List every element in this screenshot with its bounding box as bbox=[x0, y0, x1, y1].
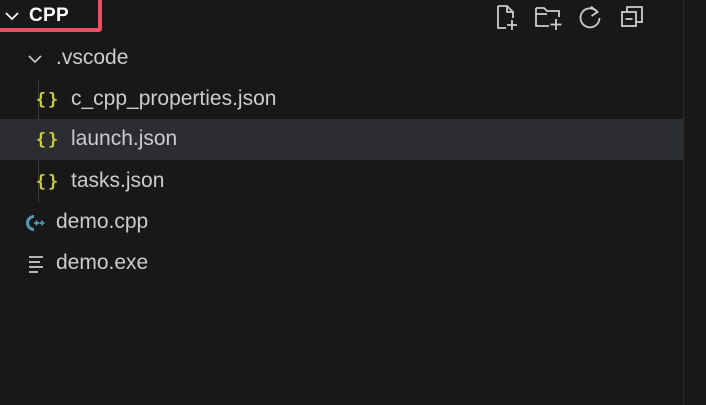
new-folder-icon[interactable] bbox=[532, 2, 563, 32]
tree-folder-vscode[interactable]: .vscode bbox=[0, 38, 683, 79]
tree-item-label: c_cpp_properties.json bbox=[71, 87, 277, 110]
tree-item-label: .vscode bbox=[56, 46, 129, 69]
json-file-icon: {} bbox=[35, 130, 61, 150]
tree-file-demo-exe[interactable]: demo.exe bbox=[0, 243, 683, 284]
tree-item-label: tasks.json bbox=[71, 169, 165, 192]
new-file-icon[interactable] bbox=[490, 2, 521, 32]
tree-file-launch[interactable]: {} launch.json bbox=[0, 119, 683, 160]
explorer-section-header[interactable]: CPP bbox=[0, 0, 683, 38]
tree-item-label: launch.json bbox=[71, 127, 178, 150]
tree-item-label: demo.exe bbox=[56, 251, 149, 274]
json-file-icon: {} bbox=[35, 172, 61, 192]
binary-file-icon bbox=[24, 253, 48, 275]
tree-file-demo-cpp[interactable]: demo.cpp bbox=[0, 202, 683, 243]
chevron-down-icon bbox=[23, 48, 47, 70]
tree-file-tasks[interactable]: {} tasks.json bbox=[0, 161, 683, 202]
tree-file-c-cpp-properties[interactable]: {} c_cpp_properties.json bbox=[0, 79, 683, 120]
cpp-file-icon bbox=[22, 212, 46, 234]
tree-item-label: demo.cpp bbox=[56, 210, 149, 233]
section-title: CPP bbox=[29, 5, 69, 26]
refresh-icon[interactable] bbox=[574, 2, 605, 32]
collapse-all-icon[interactable] bbox=[616, 2, 647, 32]
scrollbar-track[interactable] bbox=[683, 0, 684, 405]
json-file-icon: {} bbox=[35, 90, 61, 110]
explorer-toolbar bbox=[490, 2, 647, 32]
explorer-panel: CPP .vscode {} c_cpp_properties.json {} … bbox=[0, 0, 706, 405]
chevron-down-icon[interactable] bbox=[4, 8, 20, 24]
